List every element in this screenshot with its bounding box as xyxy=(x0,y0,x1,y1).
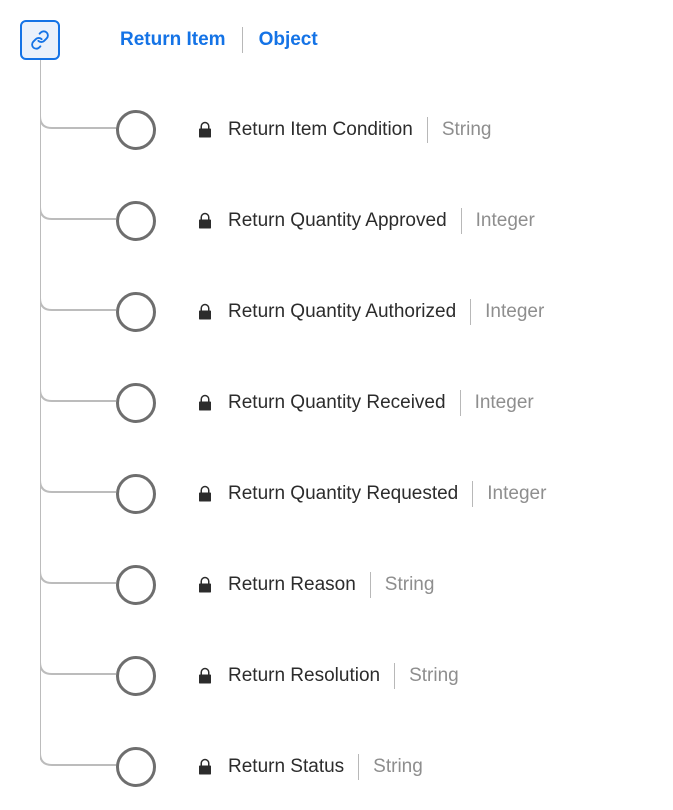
field-name: Return Resolution xyxy=(228,665,380,687)
root-node[interactable]: Return Item Object xyxy=(20,20,653,60)
field-type: Integer xyxy=(487,483,546,505)
field-content: Return Resolution String xyxy=(196,663,459,689)
schema-field-row[interactable]: Return Quantity Authorized Integer xyxy=(20,242,653,333)
field-node-circle xyxy=(116,656,156,696)
field-content: Return Status String xyxy=(196,754,423,780)
schema-field-row[interactable]: Return Status String xyxy=(20,697,653,788)
field-node-circle xyxy=(116,565,156,605)
connector-line xyxy=(40,60,116,151)
schema-field-row[interactable]: Return Resolution String xyxy=(20,606,653,697)
field-type: String xyxy=(442,119,492,141)
field-content: Return Quantity Received Integer xyxy=(196,390,534,416)
field-node-circle xyxy=(116,474,156,514)
schema-field-row[interactable]: Return Quantity Approved Integer xyxy=(20,151,653,242)
field-name: Return Quantity Authorized xyxy=(228,301,456,323)
divider xyxy=(370,572,371,598)
field-type: Integer xyxy=(475,392,534,414)
lock-icon xyxy=(196,121,214,139)
field-content: Return Item Condition String xyxy=(196,117,491,143)
divider xyxy=(394,663,395,689)
divider xyxy=(242,27,243,53)
field-name: Return Item Condition xyxy=(228,119,413,141)
lock-icon xyxy=(196,394,214,412)
connector-line xyxy=(40,424,116,515)
divider xyxy=(460,390,461,416)
divider xyxy=(461,208,462,234)
field-content: Return Reason String xyxy=(196,572,434,598)
field-name: Return Quantity Received xyxy=(228,392,446,414)
divider xyxy=(358,754,359,780)
field-type: String xyxy=(373,756,423,778)
divider xyxy=(472,481,473,507)
divider xyxy=(470,299,471,325)
field-node-circle xyxy=(116,747,156,787)
field-type: String xyxy=(409,665,459,687)
schema-field-row[interactable]: Return Quantity Received Integer xyxy=(20,333,653,424)
field-name: Return Quantity Requested xyxy=(228,483,458,505)
link-icon xyxy=(30,30,50,50)
field-node-circle xyxy=(116,383,156,423)
field-name: Return Quantity Approved xyxy=(228,210,447,232)
lock-icon xyxy=(196,485,214,503)
field-content: Return Quantity Requested Integer xyxy=(196,481,546,507)
root-type: Object xyxy=(259,29,318,51)
connector-line xyxy=(40,151,116,242)
field-type: String xyxy=(385,574,435,596)
connector-line xyxy=(40,242,116,333)
connector-line xyxy=(40,333,116,424)
schema-field-row[interactable]: Return Item Condition String xyxy=(20,60,653,151)
connector-line xyxy=(40,697,116,788)
field-name: Return Status xyxy=(228,756,344,778)
schema-field-row[interactable]: Return Reason String xyxy=(20,515,653,606)
field-content: Return Quantity Approved Integer xyxy=(196,208,535,234)
field-node-circle xyxy=(116,110,156,150)
field-type: Integer xyxy=(476,210,535,232)
connector-line xyxy=(40,515,116,606)
schema-tree: Return Item Object Return Item Condition… xyxy=(20,20,653,788)
lock-icon xyxy=(196,758,214,776)
field-name: Return Reason xyxy=(228,574,356,596)
link-icon-box xyxy=(20,20,60,60)
field-content: Return Quantity Authorized Integer xyxy=(196,299,544,325)
field-node-circle xyxy=(116,292,156,332)
divider xyxy=(427,117,428,143)
lock-icon xyxy=(196,667,214,685)
root-label-group: Return Item Object xyxy=(120,27,318,53)
lock-icon xyxy=(196,303,214,321)
schema-field-row[interactable]: Return Quantity Requested Integer xyxy=(20,424,653,515)
children-list: Return Item Condition String Return Quanti… xyxy=(20,60,653,788)
field-type: Integer xyxy=(485,301,544,323)
root-name: Return Item xyxy=(120,29,226,51)
lock-icon xyxy=(196,576,214,594)
lock-icon xyxy=(196,212,214,230)
connector-line xyxy=(40,606,116,697)
field-node-circle xyxy=(116,201,156,241)
